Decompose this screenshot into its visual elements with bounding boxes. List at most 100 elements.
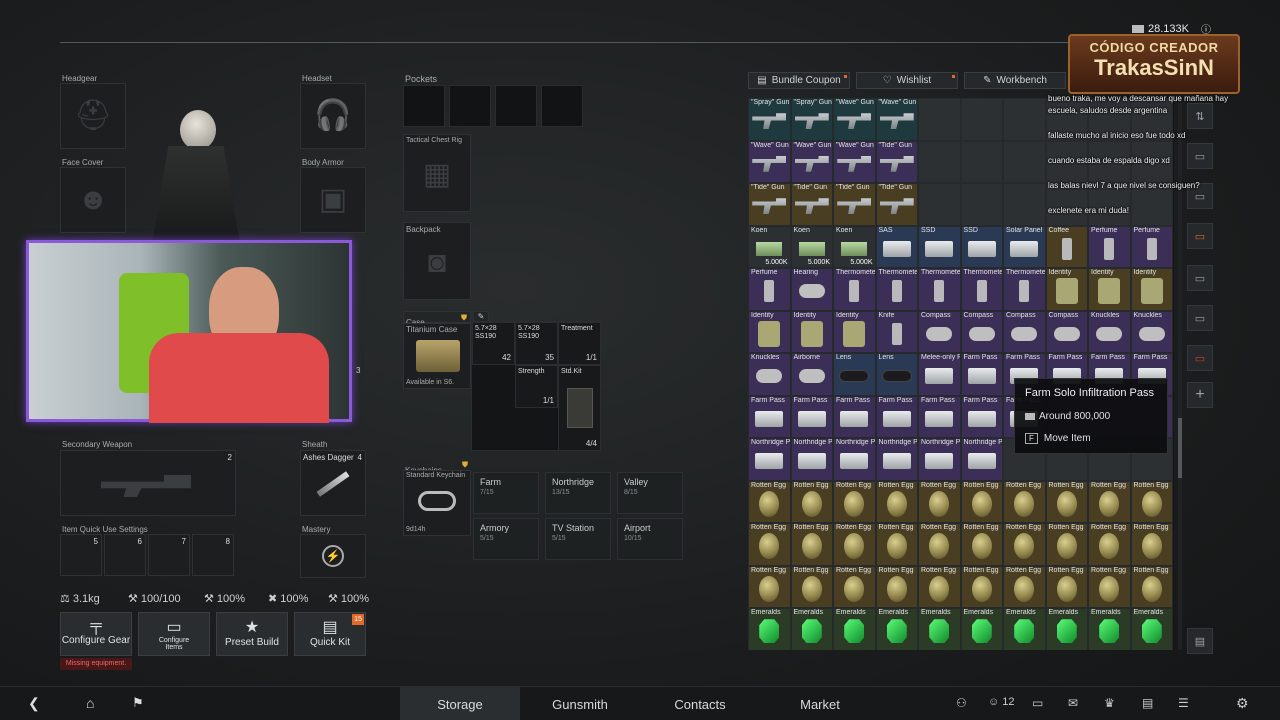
storage-item[interactable]: Identity bbox=[1045, 268, 1088, 311]
storage-item[interactable]: "Tide" Gun bbox=[790, 183, 833, 226]
preset-build-button[interactable]: ★ Preset Build bbox=[216, 612, 288, 656]
workbench-tab[interactable]: ✎ Workbench bbox=[964, 72, 1066, 89]
storage-item[interactable]: Rotten Egg bbox=[1130, 480, 1173, 523]
storage-item[interactable]: Rotten Egg bbox=[1003, 565, 1046, 608]
chat-icon[interactable]: ▭ bbox=[1032, 696, 1043, 710]
face-cover-slot[interactable]: ☻ bbox=[60, 167, 126, 233]
storage-item[interactable]: Rotten Egg bbox=[918, 523, 961, 566]
case-item-std-kit[interactable]: Std.Kit 4/4 bbox=[558, 365, 601, 451]
storage-item[interactable]: SSD bbox=[918, 225, 961, 268]
tab-orange-button[interactable]: ▭ bbox=[1187, 223, 1213, 249]
storage-item[interactable]: Knuckles bbox=[1088, 310, 1131, 353]
storage-item[interactable]: Farm Pass bbox=[960, 353, 1003, 396]
storage-item[interactable]: Compass bbox=[960, 310, 1003, 353]
storage-item[interactable]: Knife bbox=[875, 310, 918, 353]
case-item-ammo-1[interactable]: 5.7×28 SS190 42 bbox=[472, 322, 515, 365]
storage-item[interactable]: Emeralds bbox=[960, 608, 1003, 650]
case-item-treatment[interactable]: Treatment 1/1 bbox=[558, 322, 601, 365]
quick-slot-6[interactable]: 6 bbox=[104, 534, 146, 576]
scroll-thumb[interactable] bbox=[1178, 418, 1182, 478]
tactical-rig-slot[interactable]: Tactical Chest Rig ▦ bbox=[403, 134, 471, 212]
storage-item[interactable]: Koen 5.000K bbox=[833, 225, 876, 268]
tab-contacts[interactable]: Contacts bbox=[640, 687, 760, 720]
storage-item[interactable]: Rotten Egg bbox=[790, 523, 833, 566]
settings-icon[interactable]: ⚙ bbox=[1236, 695, 1249, 712]
storage-item[interactable]: Rotten Egg bbox=[790, 480, 833, 523]
storage-item[interactable]: Thermometer bbox=[1003, 268, 1046, 311]
menu-icon[interactable]: ☰ bbox=[1178, 696, 1189, 710]
storage-item[interactable]: Thermometer bbox=[875, 268, 918, 311]
storage-item[interactable]: Airborne bbox=[790, 353, 833, 396]
bundle-coupon-tab[interactable]: ▤ Bundle Coupon bbox=[748, 72, 850, 89]
tab-red-button[interactable]: ▭ bbox=[1187, 345, 1213, 371]
storage-item[interactable]: Rotten Egg bbox=[1003, 480, 1046, 523]
storage-item[interactable]: Identity bbox=[1130, 268, 1173, 311]
quick-slot-8[interactable]: 8 bbox=[192, 534, 234, 576]
add-tab-button[interactable]: + bbox=[1187, 382, 1213, 408]
storage-item[interactable]: "Tide" Gun bbox=[748, 183, 791, 226]
storage-item[interactable]: Rotten Egg bbox=[960, 480, 1003, 523]
storage-item[interactable]: Northridge Pass bbox=[875, 438, 918, 481]
pocket-slot-4[interactable] bbox=[541, 85, 583, 127]
trophy-icon[interactable]: ♛ bbox=[1104, 696, 1115, 710]
storage-item[interactable]: Identity bbox=[833, 310, 876, 353]
storage-item[interactable]: Northridge Pass bbox=[833, 438, 876, 481]
tab-three-button[interactable]: ▭ bbox=[1187, 305, 1213, 331]
storage-item[interactable]: "Wave" Gun bbox=[790, 140, 833, 183]
tab-gunsmith[interactable]: Gunsmith bbox=[520, 687, 640, 720]
storage-item[interactable]: Perfume bbox=[748, 268, 791, 311]
storage-item[interactable]: SSD bbox=[960, 225, 1003, 268]
quick-kit-button[interactable]: ▤ Quick Kit 15 bbox=[294, 612, 366, 656]
storage-item[interactable]: Farm Pass bbox=[960, 395, 1003, 438]
pocket-slot-1[interactable] bbox=[403, 85, 445, 127]
storage-item[interactable]: Rotten Egg bbox=[918, 565, 961, 608]
storage-item[interactable]: SAS bbox=[875, 225, 918, 268]
storage-item[interactable]: Northridge Pass bbox=[918, 438, 961, 481]
storage-item[interactable]: Solar Panel bbox=[1003, 225, 1046, 268]
configure-gear-button[interactable]: ╤ Configure Gear bbox=[60, 612, 132, 656]
storage-item[interactable]: Knuckles bbox=[748, 353, 791, 396]
storage-item[interactable]: "Wave" Gun bbox=[833, 140, 876, 183]
back-icon[interactable]: ❮ bbox=[28, 695, 40, 712]
storage-item[interactable]: Emeralds bbox=[1130, 608, 1173, 650]
key-airport[interactable]: Airport 10/15 bbox=[617, 518, 683, 560]
storage-item[interactable]: Rotten Egg bbox=[1045, 480, 1088, 523]
storage-item[interactable]: Thermometer bbox=[918, 268, 961, 311]
key-farm[interactable]: Farm 7/15 bbox=[473, 472, 539, 514]
quick-slot-7[interactable]: 7 bbox=[148, 534, 190, 576]
storage-item[interactable]: Rotten Egg bbox=[748, 523, 791, 566]
storage-item[interactable]: Emeralds bbox=[918, 608, 961, 650]
friends-button[interactable]: ☺ 12 bbox=[988, 696, 1014, 708]
home-icon[interactable]: ⌂ bbox=[86, 695, 94, 711]
storage-item[interactable]: Northridge Pass bbox=[960, 438, 1003, 481]
keychain-slot[interactable]: Standard Keychain 9d14h bbox=[403, 470, 471, 536]
case-slot[interactable]: Titanium Case Available in S6. bbox=[403, 323, 471, 389]
key-armory[interactable]: Armory 5/15 bbox=[473, 518, 539, 560]
notes-icon[interactable]: ▤ bbox=[1142, 696, 1153, 710]
storage-item[interactable]: Thermometer bbox=[960, 268, 1003, 311]
storage-item[interactable]: Identity bbox=[1088, 268, 1131, 311]
storage-item[interactable]: Rotten Egg bbox=[1003, 523, 1046, 566]
storage-item[interactable]: Hearing bbox=[790, 268, 833, 311]
tooltip-move-action[interactable]: F Move Item bbox=[1025, 433, 1091, 444]
storage-item[interactable]: Rotten Egg bbox=[1088, 565, 1131, 608]
storage-item[interactable]: Lens bbox=[833, 353, 876, 396]
storage-item[interactable]: Rotten Egg bbox=[833, 480, 876, 523]
storage-item[interactable]: Lens bbox=[875, 353, 918, 396]
storage-item[interactable]: Farm Pass bbox=[748, 395, 791, 438]
storage-item[interactable]: Emeralds bbox=[1088, 608, 1131, 650]
storage-item[interactable]: Rotten Egg bbox=[748, 565, 791, 608]
storage-item[interactable]: Identity bbox=[748, 310, 791, 353]
key-valley[interactable]: Valley 8/15 bbox=[617, 472, 683, 514]
storage-item[interactable]: Compass bbox=[1045, 310, 1088, 353]
storage-item[interactable]: Emeralds bbox=[1045, 608, 1088, 650]
tab-storage[interactable]: Storage bbox=[400, 687, 520, 720]
storage-item[interactable]: Farm Pass bbox=[833, 395, 876, 438]
storage-item[interactable]: "Wave" Gun bbox=[875, 98, 918, 141]
storage-item[interactable]: Emeralds bbox=[1003, 608, 1046, 650]
configure-items-button[interactable]: ▭ Configure Items bbox=[138, 612, 210, 656]
storage-item[interactable]: Emeralds bbox=[875, 608, 918, 650]
storage-item[interactable]: Koen 5.000K bbox=[790, 225, 833, 268]
storage-item[interactable]: Rotten Egg bbox=[1130, 523, 1173, 566]
storage-item[interactable]: Rotten Egg bbox=[1088, 480, 1131, 523]
